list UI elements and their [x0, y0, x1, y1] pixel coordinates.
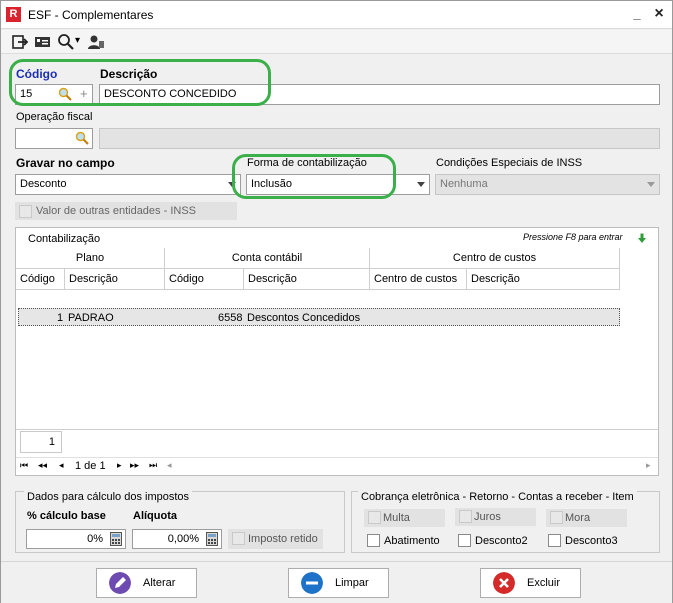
col-centro-descricao[interactable]: Descrição [467, 269, 620, 290]
exit-icon[interactable] [11, 33, 29, 51]
imposto-retido-checkbox[interactable] [232, 532, 245, 545]
close-button[interactable]: × [651, 6, 667, 22]
minus-icon [301, 572, 323, 594]
search-dropdown-icon[interactable]: ▾ [75, 35, 80, 46]
contabilizacao-hint: Pressione F8 para entrar [523, 232, 623, 242]
col-plano-codigo[interactable]: Código [16, 269, 65, 290]
calculator-icon[interactable] [110, 532, 122, 546]
minimize-button[interactable]: _ [629, 6, 645, 22]
desconto2-checkbox[interactable] [458, 534, 471, 547]
multa-row[interactable]: Multa [364, 509, 445, 527]
header-plano: Plano [16, 248, 165, 269]
operacao-description-field [99, 128, 660, 149]
mora-row[interactable]: Mora [546, 509, 627, 527]
button-bar: Alterar Limpar Excluir [1, 561, 672, 603]
cobranca-title: Cobrança eletrônica - Retorno - Contas a… [358, 491, 637, 503]
down-arrow-icon[interactable] [637, 233, 647, 244]
row-plano-descricao: PADRAO [68, 312, 114, 324]
imposto-retido-label: Imposto retido [248, 533, 318, 545]
valor-outras-label: Valor de outras entidades - INSS [36, 205, 196, 217]
mora-checkbox[interactable] [550, 511, 563, 524]
desconto2-label: Desconto2 [475, 535, 528, 547]
next-page-icon[interactable]: ▸▸ [130, 460, 139, 471]
card-icon[interactable] [34, 33, 52, 51]
imposto-retido-row[interactable]: Imposto retido [228, 529, 323, 549]
record-count: 1 [20, 431, 62, 453]
header-conta-contabil: Conta contábil [165, 248, 370, 269]
condicoes-chevron-down-icon [647, 182, 655, 187]
header-centro-custos: Centro de custos [370, 248, 620, 269]
title-bar: R ESF - Complementares _ × [1, 1, 672, 29]
juros-label: Juros [474, 511, 501, 523]
contabilizacao-grid: Contabilização Pressione F8 para entrar … [15, 227, 659, 476]
scroll-left-icon[interactable]: ◂ [167, 460, 172, 471]
highlight-forma [232, 154, 396, 199]
edit-icon [109, 572, 131, 594]
condicoes-select: Nenhuma [435, 174, 660, 195]
col-plano-descricao[interactable]: Descrição [65, 269, 165, 290]
delete-icon [493, 572, 515, 594]
multa-checkbox[interactable] [368, 511, 381, 524]
aliquota-value: 0,00% [167, 533, 199, 545]
scroll-right-icon[interactable]: ▸ [646, 460, 651, 471]
last-page-icon[interactable]: ⏭ [149, 460, 157, 471]
prev-page-icon[interactable]: ◂◂ [38, 460, 47, 471]
window: R ESF - Complementares _ × ▾ Código 15 +… [0, 0, 673, 603]
row-conta-descricao: Descontos Concedidos [247, 312, 361, 324]
abatimento-label: Abatimento [384, 535, 440, 547]
juros-row[interactable]: Juros [455, 508, 536, 526]
row-plano-codigo: 1 [57, 312, 64, 324]
alterar-label: Alterar [143, 577, 176, 589]
calc-base-label: % cálculo base [27, 510, 106, 522]
pager-text: 1 de 1 [75, 460, 106, 472]
calculator-icon[interactable] [206, 532, 218, 546]
limpar-label: Limpar [335, 577, 369, 589]
operacao-search-icon[interactable] [75, 131, 89, 145]
toolbar: ▾ [1, 30, 672, 54]
limpar-button[interactable]: Limpar [288, 568, 389, 598]
grid-pager: ⏮ ◂◂ ◂ 1 de 1 ▸ ▸▸ ⏭ ◂ ▸ [16, 457, 658, 475]
condicoes-value: Nenhuma [440, 178, 488, 190]
desconto3-checkbox[interactable] [548, 534, 561, 547]
first-page-icon[interactable]: ⏮ [20, 460, 28, 471]
prev-icon[interactable]: ◂ [59, 460, 64, 471]
condicoes-label: Condições Especiais de INSS [436, 157, 583, 169]
gravar-select[interactable]: Desconto [15, 174, 241, 195]
juros-checkbox[interactable] [459, 510, 472, 523]
row-conta-codigo: 6558 [218, 312, 243, 324]
alterar-button[interactable]: Alterar [96, 568, 197, 598]
search-icon[interactable] [57, 33, 75, 51]
mora-label: Mora [565, 512, 591, 524]
window-title: ESF - Complementares [28, 8, 154, 22]
table-row[interactable]: 1 PADRAO 6558 Descontos Concedidos [18, 308, 620, 326]
excluir-button[interactable]: Excluir [480, 568, 581, 598]
highlight-codigo-descricao [9, 59, 271, 106]
user-icon[interactable] [87, 33, 105, 51]
calc-base-value: 0% [87, 533, 103, 545]
forma-chevron-down-icon [417, 182, 425, 187]
col-conta-descricao[interactable]: Descrição [244, 269, 370, 290]
gravar-value: Desconto [20, 178, 67, 190]
valor-outras-checkbox-row[interactable]: Valor de outras entidades - INSS [15, 202, 237, 220]
valor-outras-checkbox[interactable] [19, 205, 32, 218]
gravar-label: Gravar no campo [16, 156, 115, 170]
desconto3-label: Desconto3 [565, 535, 618, 547]
abatimento-checkbox[interactable] [367, 534, 380, 547]
aliquota-label: Alíquota [133, 510, 177, 522]
app-logo-icon: R [6, 7, 21, 22]
operacao-label: Operação fiscal [16, 111, 93, 123]
col-conta-codigo[interactable]: Código [165, 269, 244, 290]
excluir-label: Excluir [527, 577, 561, 589]
contabilizacao-title: Contabilização [28, 233, 101, 245]
col-centro-custos[interactable]: Centro de custos [370, 269, 467, 290]
multa-label: Multa [383, 512, 410, 524]
impostos-title: Dados para cálculo dos impostos [24, 491, 193, 503]
next-icon[interactable]: ▸ [117, 460, 122, 471]
grid-footer-divider [16, 429, 658, 430]
